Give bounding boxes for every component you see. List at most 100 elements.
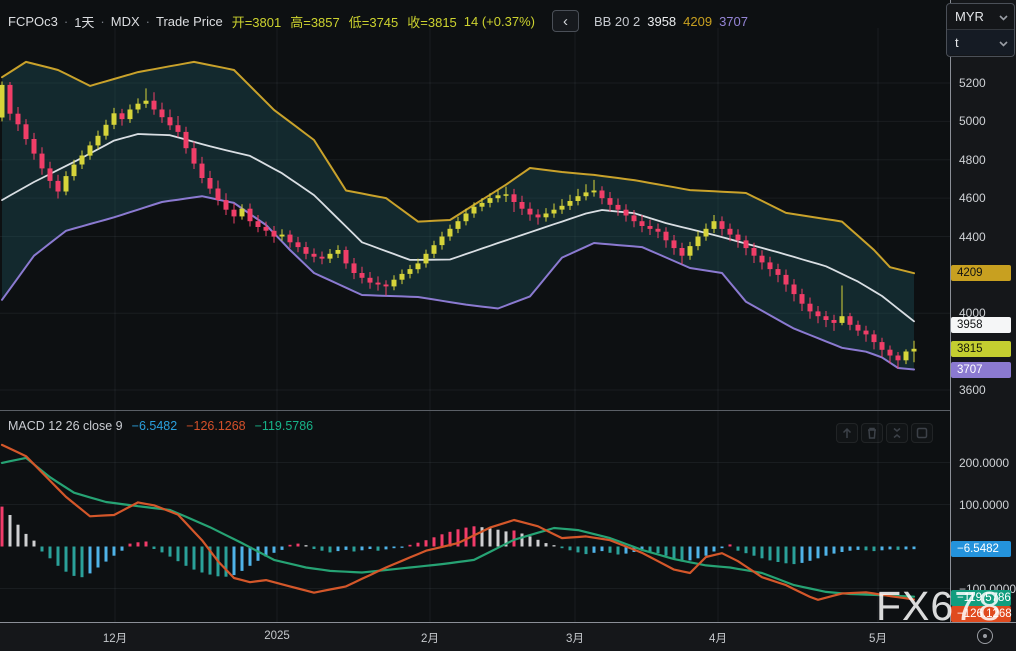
candle-body bbox=[648, 226, 653, 229]
candle-body bbox=[416, 263, 421, 269]
macd-histogram-bar bbox=[305, 545, 308, 546]
candle-body bbox=[440, 237, 445, 246]
macd-histogram-bar bbox=[657, 547, 660, 554]
currency-dropdown[interactable]: MYR bbox=[947, 4, 1014, 29]
candle-body bbox=[432, 245, 437, 254]
macd-histogram-bar bbox=[25, 534, 28, 547]
maximize-pane-button[interactable] bbox=[911, 423, 933, 443]
candle-body bbox=[264, 227, 269, 231]
candle-body bbox=[840, 316, 845, 323]
macd-histogram-bar bbox=[401, 547, 404, 548]
unit-dropdown[interactable]: t bbox=[947, 30, 1014, 55]
candle-body bbox=[392, 280, 397, 287]
candle-body bbox=[112, 113, 117, 125]
candle-body bbox=[640, 221, 645, 226]
candle-body bbox=[464, 214, 469, 222]
candle-body bbox=[72, 165, 77, 177]
macd-histogram-bar bbox=[441, 534, 444, 546]
macd-signal-line bbox=[2, 458, 914, 597]
macd-histogram-bar bbox=[409, 545, 412, 547]
macd-histogram-bar bbox=[745, 547, 748, 554]
fx678-logo-icon bbox=[977, 628, 993, 644]
macd-indicator-label[interactable]: MACD 12 26 close 9 bbox=[8, 419, 123, 433]
macd-histogram-bar bbox=[241, 547, 244, 571]
macd-histogram-bar bbox=[665, 547, 668, 556]
macd-histogram-bar bbox=[369, 547, 372, 550]
candle-body bbox=[272, 231, 277, 237]
candle-body bbox=[792, 285, 797, 295]
candle-body bbox=[56, 181, 61, 192]
macd-histogram-bar bbox=[465, 528, 468, 547]
macd-histogram-bar bbox=[185, 547, 188, 566]
macd-histogram-bar bbox=[137, 542, 140, 546]
macd-histogram-bar bbox=[337, 547, 340, 552]
candle-body bbox=[344, 250, 349, 263]
candle-body bbox=[912, 349, 917, 352]
axis-tick-label: 3600 bbox=[959, 383, 986, 397]
macd-histogram-bar bbox=[49, 547, 52, 559]
candle-body bbox=[128, 110, 133, 120]
candle-body bbox=[656, 229, 661, 232]
bb-indicator-label[interactable]: BB 20 2 bbox=[594, 14, 640, 29]
macd-histogram-bar bbox=[881, 547, 884, 551]
time-axis[interactable]: 12月20252月3月4月5月 bbox=[0, 622, 1016, 651]
candle-body bbox=[328, 254, 333, 259]
price-badge: 3815 bbox=[951, 341, 1011, 357]
axis-tick-label: 100.0000 bbox=[959, 498, 1009, 512]
candle-body bbox=[152, 101, 157, 110]
macd-histogram-bar bbox=[865, 547, 868, 551]
low-value: 低=3745 bbox=[349, 12, 399, 31]
arrow-up-icon bbox=[839, 426, 855, 440]
macd-histogram-bar bbox=[553, 545, 556, 546]
separator-dot: · bbox=[64, 14, 68, 29]
change-value: 14 (+0.37%) bbox=[464, 14, 535, 29]
macd-histogram-bar bbox=[793, 547, 796, 565]
candle-body bbox=[904, 352, 909, 361]
candle-body bbox=[136, 104, 141, 110]
candle-body bbox=[824, 316, 829, 320]
macd-histogram-bar bbox=[841, 547, 844, 553]
symbol-name[interactable]: FCPOc3 bbox=[8, 14, 58, 29]
macd-histogram-bar bbox=[425, 540, 428, 546]
candle-body bbox=[304, 247, 309, 254]
axis-tick-label: 4800 bbox=[959, 153, 986, 167]
price-axis[interactable]: 5200500048004600440040003600200.0000100.… bbox=[950, 0, 1016, 622]
axis-settings-panel: MYR t bbox=[946, 3, 1015, 57]
bb-lower-value: 3707 bbox=[719, 14, 748, 29]
chart-canvas[interactable] bbox=[0, 0, 950, 622]
macd-histogram-bar bbox=[105, 547, 108, 562]
macd-histogram-bar bbox=[145, 542, 148, 547]
macd-histogram-bar bbox=[489, 528, 492, 546]
collapse-pane-button[interactable] bbox=[886, 423, 908, 443]
delete-pane-button[interactable] bbox=[861, 423, 883, 443]
candle-body bbox=[200, 164, 205, 178]
macd-line-value: −126.1268 bbox=[186, 419, 245, 433]
macd-histogram-bar bbox=[585, 547, 588, 555]
candle-body bbox=[568, 201, 573, 206]
macd-histogram-bar bbox=[729, 544, 732, 546]
macd-histogram-bar bbox=[313, 547, 316, 550]
interval-label[interactable]: 1天 bbox=[74, 12, 94, 31]
macd-histogram-bar bbox=[201, 547, 204, 573]
macd-histogram-bar bbox=[361, 547, 364, 551]
move-pane-up-button[interactable] bbox=[836, 423, 858, 443]
macd-histogram-bar bbox=[817, 547, 820, 559]
candle-body bbox=[848, 316, 853, 325]
macd-histogram-bar bbox=[705, 547, 708, 556]
macd-histogram-bar bbox=[129, 544, 132, 547]
candle-body bbox=[224, 200, 229, 210]
axis-tick-label: 200.0000 bbox=[959, 456, 1009, 470]
candle-body bbox=[632, 215, 637, 221]
pane-divider[interactable] bbox=[0, 410, 1016, 411]
macd-histogram-bar bbox=[849, 547, 852, 551]
collapse-legend-button[interactable]: ‹ bbox=[552, 10, 579, 32]
candle-body bbox=[496, 195, 501, 198]
candle-body bbox=[424, 254, 429, 264]
candle-body bbox=[576, 196, 581, 201]
candle-body bbox=[176, 125, 181, 132]
axis-tick-label: 5200 bbox=[959, 76, 986, 90]
macd-histogram-bar bbox=[65, 547, 68, 572]
candle-body bbox=[752, 248, 757, 256]
macd-histogram-bar bbox=[905, 547, 908, 550]
macd-histogram-value: −6.5482 bbox=[132, 419, 178, 433]
